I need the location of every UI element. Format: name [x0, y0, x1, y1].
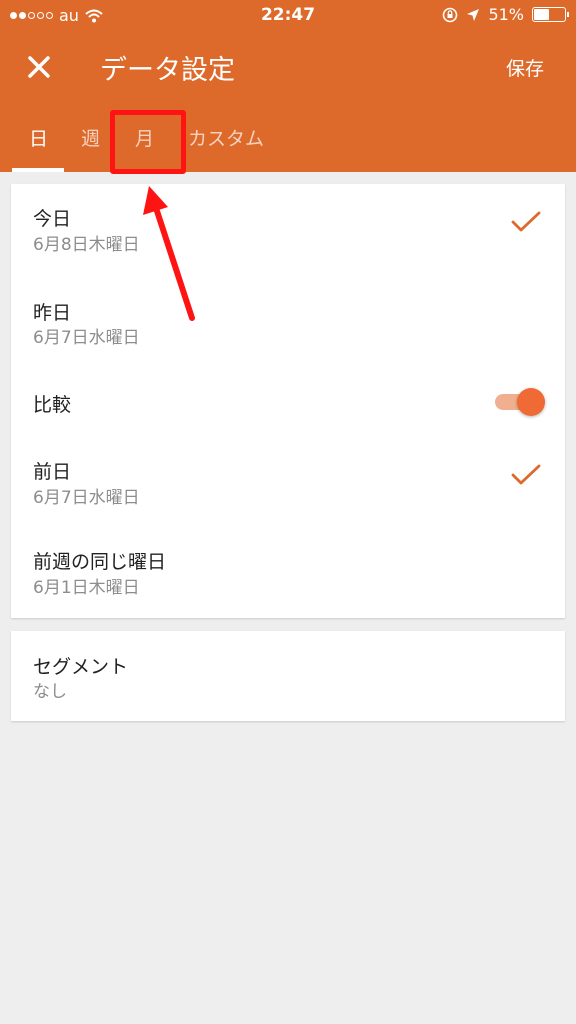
compare-toggle[interactable]	[495, 387, 545, 416]
range-label: 昨日	[33, 302, 72, 324]
app-header: au 22:47 51% データ設定 保存 日 週 月 カスタム	[0, 0, 576, 172]
date-range-card: 今日 6月8日木曜日 昨日 6月7日水曜日 比較 前日 6月7日水曜日 前週の同…	[11, 184, 565, 618]
list-item-yesterday[interactable]: 昨日 6月7日水曜日	[11, 276, 565, 366]
checkmark-icon	[511, 464, 541, 485]
battery-icon	[532, 7, 569, 22]
tab-week[interactable]: 週	[81, 124, 100, 151]
range-date: 6月7日水曜日	[33, 488, 140, 508]
range-label: 今日	[33, 208, 72, 230]
tab-selected-indicator	[12, 168, 64, 172]
location-icon	[467, 8, 480, 21]
compare-label: 比較	[33, 394, 72, 416]
tab-custom[interactable]: カスタム	[188, 124, 264, 151]
range-date: 6月7日水曜日	[33, 328, 140, 348]
period-tabs: 日 週 月 カスタム	[0, 110, 576, 172]
range-label: 前週の同じ曜日	[33, 551, 167, 573]
list-item-previous-day[interactable]: 前日 6月7日水曜日	[11, 436, 565, 526]
checkmark-icon	[511, 211, 541, 232]
segment-label: セグメント	[33, 656, 129, 678]
annotation-highlight-box	[110, 110, 186, 174]
page-title: データ設定	[100, 55, 235, 86]
rotation-lock-icon	[443, 7, 458, 22]
segment-card[interactable]: セグメント なし	[11, 631, 565, 721]
range-label: 前日	[33, 461, 72, 483]
list-item-same-weekday-last-week[interactable]: 前週の同じ曜日 6月1日木曜日	[11, 526, 565, 618]
compare-row[interactable]: 比較	[11, 366, 565, 436]
status-bar: au 22:47 51%	[0, 0, 576, 30]
tab-day[interactable]: 日	[29, 124, 48, 151]
list-item-today[interactable]: 今日 6月8日木曜日	[11, 184, 565, 276]
save-button[interactable]: 保存	[506, 54, 544, 81]
close-icon[interactable]	[22, 50, 56, 84]
segment-value: なし	[33, 682, 67, 702]
segment-row[interactable]: セグメント なし	[11, 631, 565, 721]
battery-percent: 51%	[488, 5, 524, 24]
range-date: 6月1日木曜日	[33, 578, 140, 598]
range-date: 6月8日木曜日	[33, 235, 140, 255]
